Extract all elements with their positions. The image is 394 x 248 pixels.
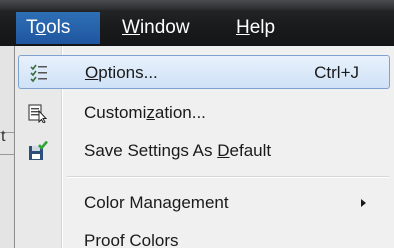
menu-bar-top-edge bbox=[0, 0, 394, 10]
menu-item-customization-label: Customization... bbox=[84, 103, 206, 122]
background-text: t bbox=[1, 128, 6, 145]
tools-dropdown-menu: Options... Ctrl+J Customization... Save … bbox=[14, 46, 394, 248]
menu-item-color-management[interactable]: Color Management bbox=[18, 186, 390, 220]
menu-item-color-management-label: Color Management bbox=[84, 193, 229, 212]
menu-item-save-settings-default[interactable]: Save Settings As Default bbox=[18, 134, 390, 168]
menu-separator bbox=[67, 176, 389, 178]
background-rule bbox=[0, 154, 14, 155]
menu-item-customization[interactable]: Customization... bbox=[18, 96, 390, 130]
app-screen: Tools Window Help t Options... Ctrl+J Cu… bbox=[0, 0, 394, 248]
background-document: t bbox=[0, 46, 14, 248]
menu-item-save-settings-label: Save Settings As Default bbox=[84, 141, 272, 160]
options-checklist-icon bbox=[30, 64, 47, 83]
menu-bar: Tools Window Help bbox=[0, 0, 394, 46]
menu-help[interactable]: Help bbox=[226, 12, 285, 44]
menu-item-options[interactable]: Options... Ctrl+J bbox=[18, 55, 390, 89]
save-floppy-icon bbox=[29, 141, 48, 160]
submenu-arrow-icon bbox=[361, 199, 366, 207]
menu-item-options-shortcut: Ctrl+J bbox=[314, 63, 359, 82]
menu-item-proof-colors-label: Proof Colors bbox=[84, 231, 179, 248]
menu-window[interactable]: Window bbox=[112, 12, 200, 44]
customization-icon bbox=[28, 104, 48, 123]
menu-item-proof-colors[interactable]: Proof Colors bbox=[18, 224, 390, 248]
menu-tools[interactable]: Tools bbox=[16, 12, 100, 44]
menu-item-options-label: Options... bbox=[85, 63, 158, 82]
